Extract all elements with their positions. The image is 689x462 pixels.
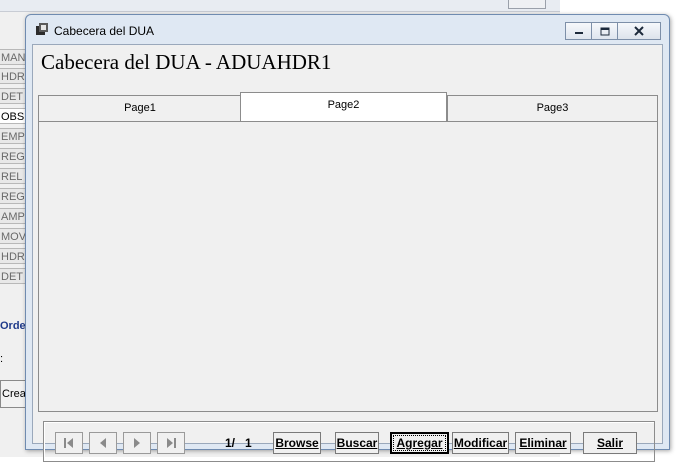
background-tab[interactable]: DET — [0, 268, 26, 284]
tab-panel-page2 — [38, 121, 658, 412]
window-title: Cabecera del DUA — [54, 24, 155, 38]
last-record-button[interactable] — [157, 432, 185, 454]
page-total: 1 — [245, 436, 252, 450]
background-tab[interactable]: MOV — [0, 228, 26, 244]
background-tab[interactable]: REG — [0, 188, 26, 204]
minimize-button[interactable] — [565, 22, 592, 40]
salir-button[interactable]: Salir — [583, 432, 637, 454]
app-icon — [36, 23, 48, 35]
background-tab[interactable]: EMP — [0, 128, 26, 144]
background-colon-label: : — [0, 353, 4, 365]
background-tab[interactable]: AMP — [0, 208, 26, 224]
modificar-button[interactable]: Modificar — [452, 432, 509, 454]
background-toolbar-button[interactable] — [508, 0, 546, 9]
eliminar-button[interactable]: Eliminar — [515, 432, 571, 454]
first-record-button[interactable] — [55, 432, 83, 454]
page-heading: Cabecera del DUA - ADUAHDR1 — [41, 50, 332, 74]
close-icon — [634, 26, 644, 36]
background-tab[interactable]: HDR — [0, 248, 26, 264]
previous-record-button[interactable] — [89, 432, 117, 454]
dialog-client-area: Cabecera del DUA - ADUAHDR1 Page1 Page2 … — [32, 44, 663, 462]
maximize-icon — [600, 27, 609, 35]
background-tab[interactable]: MAN — [0, 49, 26, 65]
tab-page3[interactable]: Page3 — [447, 95, 658, 121]
tab-page2[interactable]: Page2 — [240, 92, 447, 121]
background-tab[interactable]: REL — [0, 168, 26, 184]
background-tab[interactable]: REG — [0, 148, 26, 164]
minimize-icon — [574, 32, 583, 34]
next-record-button[interactable] — [123, 432, 151, 454]
navigation-bar: 1/ 1 Browse Buscar Agregar Modificar Eli… — [43, 421, 655, 462]
previous-record-icon — [100, 438, 106, 448]
browse-button[interactable]: Browse — [273, 432, 321, 454]
next-record-icon — [134, 438, 140, 448]
first-record-icon — [64, 438, 73, 448]
background-toolbar — [0, 0, 560, 12]
close-button[interactable] — [617, 22, 661, 40]
maximize-button[interactable] — [591, 22, 618, 40]
background-orde-label: Orde — [0, 320, 26, 332]
background-tab[interactable]: DET — [0, 88, 26, 104]
background-tab[interactable]: OBS — [0, 108, 26, 124]
title-bar: Cabecera del DUA — [26, 15, 669, 43]
dua-header-dialog: Cabecera del DUA Cabecera del DUA - ADUA… — [25, 14, 670, 462]
background-tab[interactable]: HDR — [0, 68, 26, 84]
last-record-icon — [167, 438, 176, 448]
tab-page1[interactable]: Page1 — [38, 95, 242, 121]
agregar-button[interactable]: Agregar — [390, 432, 449, 454]
buscar-button[interactable]: Buscar — [335, 432, 379, 454]
page-current: 1/ — [225, 436, 236, 450]
background-crea-button[interactable]: Crea — [0, 380, 26, 408]
